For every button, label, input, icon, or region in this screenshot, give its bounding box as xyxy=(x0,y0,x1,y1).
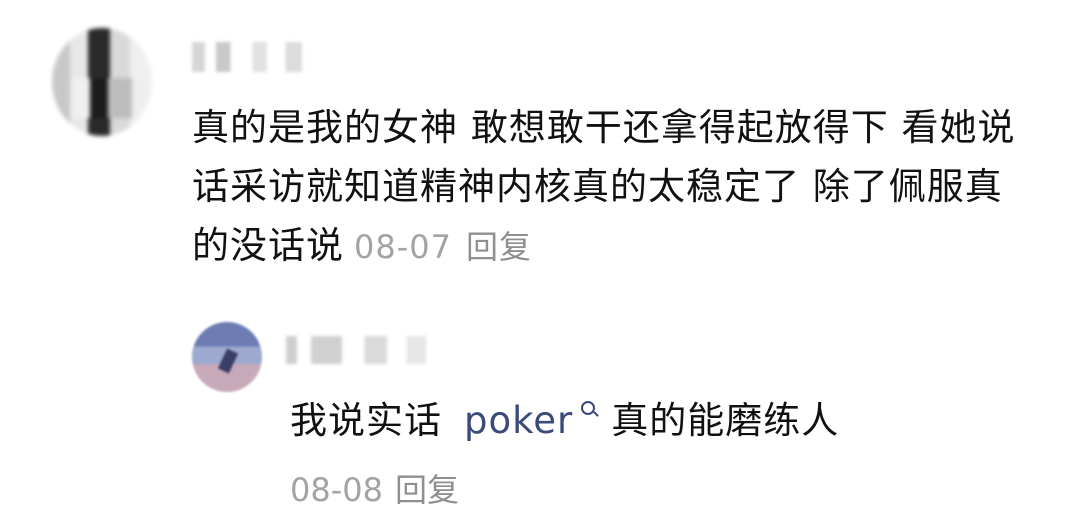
search-icon xyxy=(581,401,596,415)
comment-thread: 真的是我的女神 敢想敢干还拿得起放得下 看她说话采访就知道精神内核真的太稳定了 … xyxy=(0,0,1077,531)
reply-text-after: 真的能磨练人 xyxy=(611,399,840,442)
reply-text-before: 我说实话 xyxy=(290,399,442,442)
reply-button[interactable]: 回复 xyxy=(466,228,532,266)
comment-date: 08-07 xyxy=(354,228,452,266)
avatar[interactable] xyxy=(52,28,152,136)
mention-link[interactable]: poker xyxy=(464,399,573,442)
reply-reply-button[interactable]: 回复 xyxy=(395,471,459,509)
reply-date: 08-08 xyxy=(290,471,383,509)
comment-meta: 08-07 回复 xyxy=(354,228,532,266)
reply-meta: 08-08 回复 xyxy=(290,465,459,511)
username-blurred[interactable] xyxy=(192,42,302,72)
reply-text: 我说实话 poker 真的能磨练人 xyxy=(290,395,839,447)
comment-body: 真的是我的女神 敢想敢干还拿得起放得下 看她说话采访就知道精神内核真的太稳定了 … xyxy=(192,106,1016,267)
reply-avatar[interactable] xyxy=(192,322,262,392)
mention-text[interactable]: poker xyxy=(464,399,573,442)
reply-username-blurred[interactable] xyxy=(286,336,426,364)
comment-text: 真的是我的女神 敢想敢干还拿得起放得下 看她说话采访就知道精神内核真的太稳定了 … xyxy=(192,98,1032,277)
